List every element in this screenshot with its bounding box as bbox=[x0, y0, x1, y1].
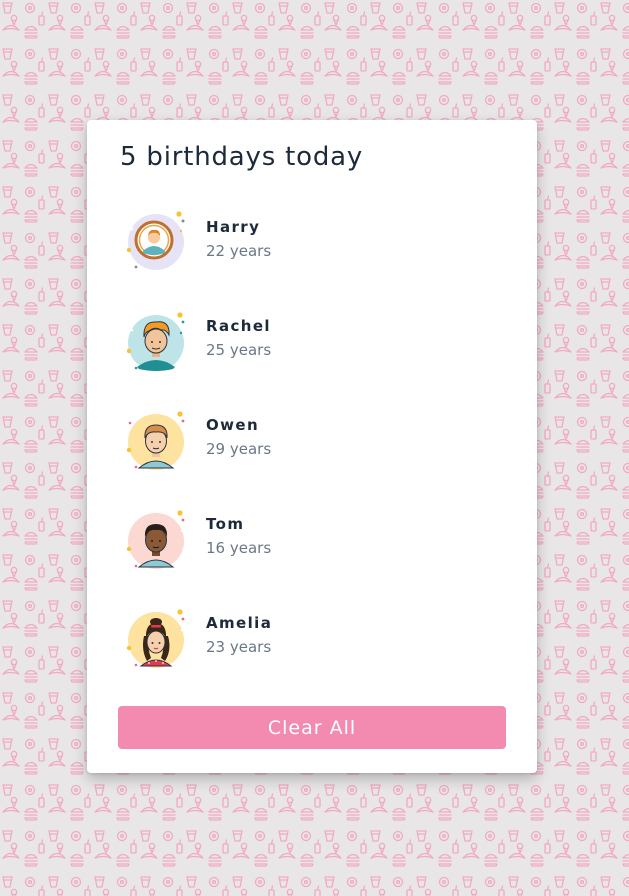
person-age: 16 years bbox=[206, 539, 272, 557]
person-age: 25 years bbox=[206, 341, 272, 359]
person-name: Harry bbox=[206, 218, 261, 236]
list-item: Rachel 25 years bbox=[125, 309, 485, 373]
person-name: Tom bbox=[206, 515, 245, 533]
list-item: Amelia 23 years bbox=[125, 606, 485, 670]
list-item: Tom 16 years bbox=[125, 507, 485, 571]
clear-all-button[interactable]: Clear All bbox=[118, 706, 506, 749]
birthday-card: 5 birthdays today Harry 22 years Rachel … bbox=[87, 120, 537, 773]
tom-avatar-icon bbox=[126, 510, 185, 569]
person-name: Rachel bbox=[206, 317, 271, 335]
person-age: 29 years bbox=[206, 440, 272, 458]
owen-avatar-icon bbox=[126, 411, 185, 470]
page-title: 5 birthdays today bbox=[120, 142, 364, 172]
harry-avatar-icon bbox=[126, 211, 185, 270]
person-age: 23 years bbox=[206, 638, 272, 656]
list-item: Harry 22 years bbox=[125, 210, 485, 274]
rachel-avatar-icon bbox=[126, 312, 185, 371]
person-age: 22 years bbox=[206, 242, 272, 260]
list-item: Owen 29 years bbox=[125, 408, 485, 472]
person-name: Owen bbox=[206, 416, 260, 434]
amelia-avatar-icon bbox=[126, 609, 185, 668]
person-name: Amelia bbox=[206, 614, 273, 632]
